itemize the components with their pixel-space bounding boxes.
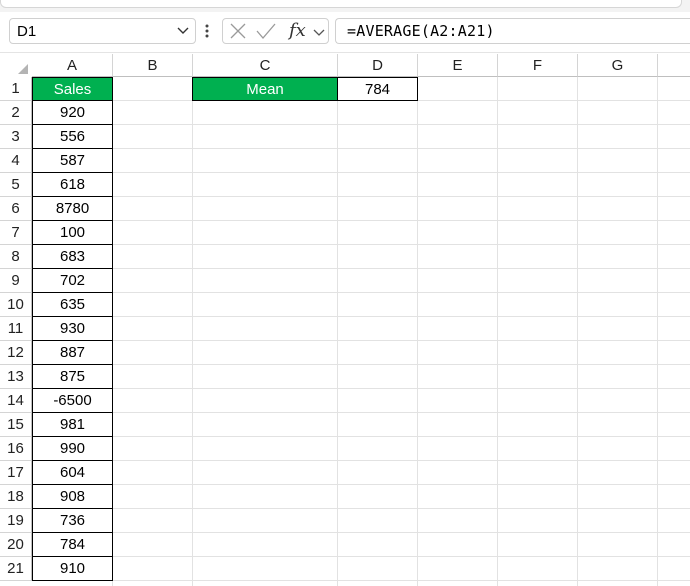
select-all-button[interactable] xyxy=(0,54,32,77)
row-header[interactable]: 7 xyxy=(0,221,32,245)
grid-line xyxy=(32,172,690,173)
cell-d1[interactable]: 784 xyxy=(337,77,418,101)
row-header[interactable]: 1 xyxy=(0,77,32,101)
name-box[interactable]: D1 xyxy=(9,18,196,44)
column-header-a[interactable]: A xyxy=(32,54,113,77)
grid-line xyxy=(337,77,338,586)
row-header[interactable]: 21 xyxy=(0,557,32,581)
row-header[interactable]: 3 xyxy=(0,125,32,149)
cell-a7[interactable]: 100 xyxy=(32,220,113,245)
cell-a16[interactable]: 990 xyxy=(32,436,113,461)
grid-line xyxy=(32,340,690,341)
row-header[interactable]: 4 xyxy=(0,149,32,173)
cell-a20[interactable]: 784 xyxy=(32,532,113,557)
row-header[interactable]: 9 xyxy=(0,269,32,293)
grid-line xyxy=(497,77,498,586)
cell-a17[interactable]: 604 xyxy=(32,460,113,485)
cell-a15[interactable]: 981 xyxy=(32,412,113,437)
grid-line xyxy=(32,556,690,557)
grid-line xyxy=(32,436,690,437)
cell-a11[interactable]: 930 xyxy=(32,316,113,341)
grid-line xyxy=(32,124,690,125)
formula-controls: fx xyxy=(222,18,329,44)
row-header[interactable]: 11 xyxy=(0,317,32,341)
cell-a6[interactable]: 8780 xyxy=(32,196,113,221)
cell-a2[interactable]: 920 xyxy=(32,100,113,125)
grid-line xyxy=(32,532,690,533)
grid-line xyxy=(192,77,193,586)
cell-a21[interactable]: 910 xyxy=(32,556,113,581)
cell-a19[interactable]: 736 xyxy=(32,508,113,533)
cell-a1[interactable]: Sales xyxy=(32,77,113,101)
row-header[interactable]: 13 xyxy=(0,365,32,389)
divider xyxy=(0,52,690,53)
cell-a3[interactable]: 556 xyxy=(32,124,113,149)
ribbon-panel xyxy=(0,0,682,8)
ribbon-edge xyxy=(0,0,690,12)
cell-a18[interactable]: 908 xyxy=(32,484,113,509)
select-all-triangle-icon xyxy=(18,64,28,74)
row-header[interactable]: 5 xyxy=(0,173,32,197)
chevron-down-icon[interactable] xyxy=(312,25,326,39)
row-header[interactable]: 6 xyxy=(0,197,32,221)
row-header[interactable]: 8 xyxy=(0,245,32,269)
grid-line xyxy=(32,244,690,245)
grid-line xyxy=(32,220,690,221)
grid-line xyxy=(417,77,418,586)
insert-function-button[interactable]: fx xyxy=(289,19,306,43)
grid-line xyxy=(32,196,690,197)
more-options-icon[interactable] xyxy=(203,21,211,41)
row-header[interactable]: 19 xyxy=(0,509,32,533)
grid-line xyxy=(32,148,690,149)
grid-line xyxy=(32,508,690,509)
chevron-down-icon[interactable] xyxy=(175,22,191,38)
column-header-c[interactable]: C xyxy=(193,54,338,77)
grid-line xyxy=(32,316,690,317)
cell-a9[interactable]: 702 xyxy=(32,268,113,293)
cell-a5[interactable]: 618 xyxy=(32,172,113,197)
grid-line xyxy=(32,484,690,485)
grid-line xyxy=(577,77,578,586)
row-header[interactable]: 10 xyxy=(0,293,32,317)
cell-a12[interactable]: 887 xyxy=(32,340,113,365)
cell-a13[interactable]: 875 xyxy=(32,364,113,389)
row-header[interactable]: 12 xyxy=(0,341,32,365)
grid-line xyxy=(32,580,690,581)
row-header[interactable]: 2 xyxy=(0,101,32,125)
cell-a10[interactable]: 635 xyxy=(32,292,113,317)
column-header-e[interactable]: E xyxy=(418,54,498,77)
cell-a8[interactable]: 683 xyxy=(32,244,113,269)
grid-line xyxy=(32,412,690,413)
row-header[interactable]: 16 xyxy=(0,437,32,461)
row-header[interactable]: 14 xyxy=(0,389,32,413)
grid-line xyxy=(32,364,690,365)
column-header-f[interactable]: F xyxy=(498,54,578,77)
column-header-d[interactable]: D xyxy=(338,54,418,77)
row-header[interactable]: 15 xyxy=(0,413,32,437)
formula-bar[interactable]: =AVERAGE(A2:A21) xyxy=(335,18,690,44)
grid-line xyxy=(32,388,690,389)
cell-c1[interactable]: Mean xyxy=(192,77,338,101)
column-header-partial[interactable] xyxy=(658,54,690,77)
row-header[interactable]: 18 xyxy=(0,485,32,509)
grid-line xyxy=(657,77,658,586)
cell-a4[interactable]: 587 xyxy=(32,148,113,173)
row-header[interactable]: 17 xyxy=(0,461,32,485)
formula-bar-value: =AVERAGE(A2:A21) xyxy=(347,22,495,40)
grid-line xyxy=(32,292,690,293)
column-header-g[interactable]: G xyxy=(578,54,658,77)
grid-line xyxy=(32,268,690,269)
name-box-value: D1 xyxy=(17,23,37,40)
row-header[interactable]: 20 xyxy=(0,533,32,557)
checkmark-icon[interactable] xyxy=(256,22,276,40)
cell-a14[interactable]: -6500 xyxy=(32,388,113,413)
cancel-icon[interactable] xyxy=(229,22,247,40)
column-header-b[interactable]: B xyxy=(113,54,193,77)
grid-line xyxy=(32,460,690,461)
